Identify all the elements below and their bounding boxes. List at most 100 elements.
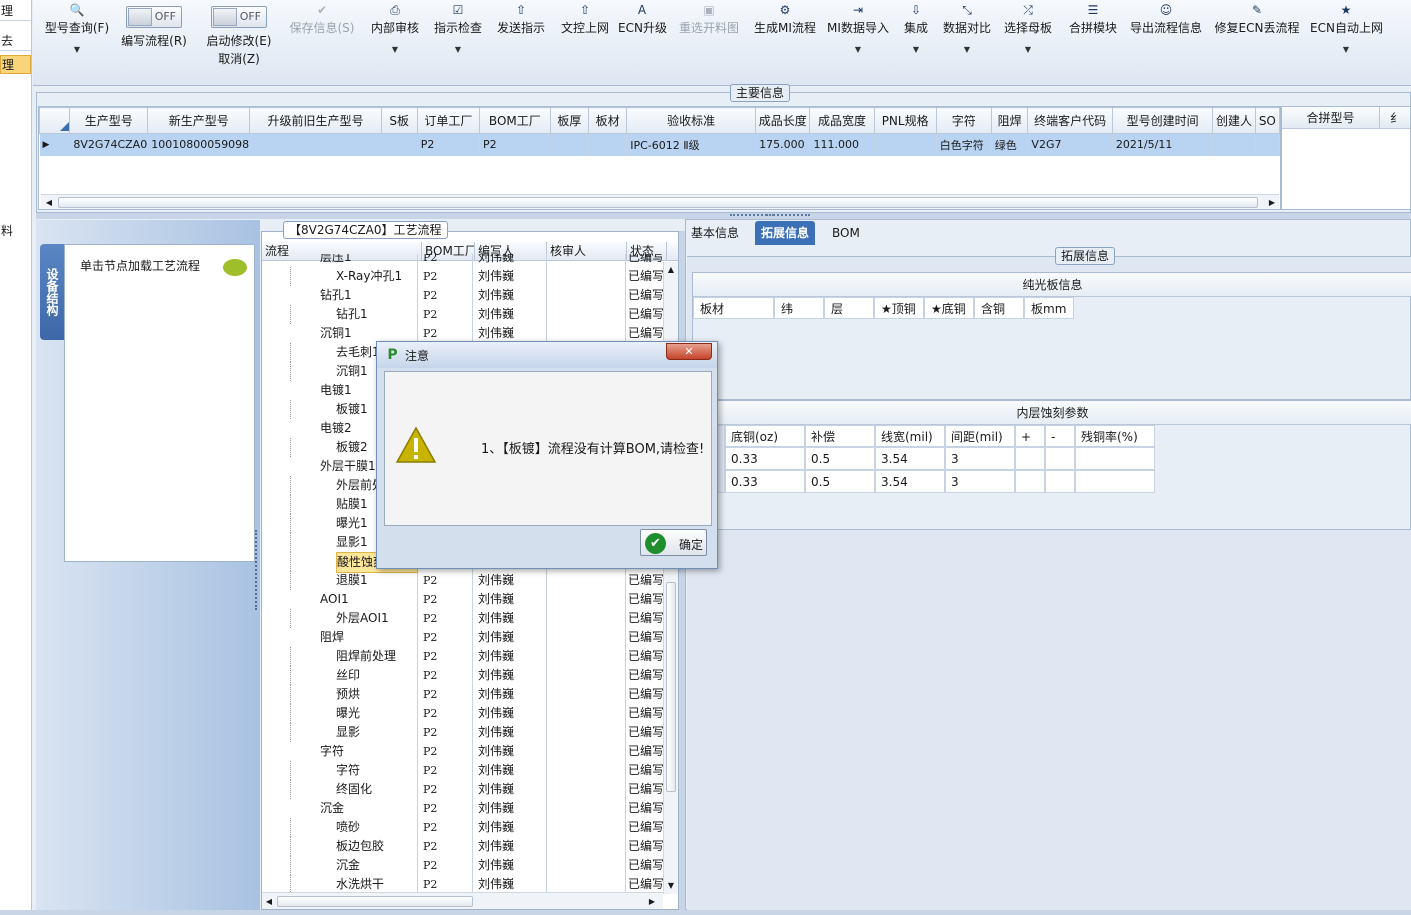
toolbar-button[interactable]: ☑ 指示检查 ▼ xyxy=(431,0,485,70)
merge-col-header[interactable]: 合拼型号 xyxy=(1282,107,1380,129)
flow-step-node[interactable]: 终固化 P2 刘伟巍 已编写 xyxy=(262,780,667,799)
scroll-left-icon[interactable]: ◀ xyxy=(44,197,54,208)
flow-group-node[interactable]: −AOI1P2刘伟巍已编写 xyxy=(262,590,667,609)
plain-board-col-header[interactable]: 含铜 xyxy=(974,297,1024,319)
inner-etch-cell[interactable] xyxy=(1075,470,1155,493)
left-nav-item[interactable]: 去 xyxy=(0,32,31,51)
inner-etch-cell[interactable] xyxy=(1015,447,1045,470)
grid-cell[interactable] xyxy=(1255,133,1280,156)
plain-board-col-header[interactable]: 板材 xyxy=(693,297,774,319)
toolbar-button[interactable]: ✎ 修复ECN丢流程 xyxy=(1214,0,1300,70)
flow-step-node[interactable]: 曝光 P2 刘伟巍 已编写 xyxy=(262,704,667,723)
toggle-switch[interactable]: OFF xyxy=(126,6,182,28)
dialog-close-button[interactable]: ✕ xyxy=(666,343,712,360)
dropdown-arrow-icon[interactable]: ▼ xyxy=(40,44,114,56)
plain-board-col-header[interactable]: 层 xyxy=(824,297,874,319)
flow-step-node[interactable]: 字符 P2 刘伟巍 已编写 xyxy=(262,761,667,780)
toolbar-button[interactable]: ⇩ 集成 ▼ xyxy=(900,0,932,70)
flow-step-node[interactable]: 预烘 P2 刘伟巍 已编写 xyxy=(262,685,667,704)
grid-cell[interactable]: 绿色 xyxy=(991,133,1029,156)
dropdown-arrow-icon[interactable]: ▼ xyxy=(368,44,422,56)
flow-hscroll-thumb[interactable] xyxy=(277,896,473,907)
inner-etch-cell[interactable]: 3 xyxy=(945,470,1015,493)
inner-etch-cell[interactable]: 0.5 xyxy=(805,447,875,470)
toolbar-button[interactable]: OFF 启动修改(E) 取消(Z) xyxy=(202,0,276,70)
flow-step-node[interactable]: 钻孔1 P2 刘伟巍 已编写 xyxy=(262,305,667,324)
plain-board-col-header[interactable]: ★顶铜 xyxy=(874,297,924,319)
dropdown-arrow-icon[interactable]: ▼ xyxy=(940,44,994,56)
inner-etch-cell[interactable]: 3.54 xyxy=(875,447,945,470)
grid-cell[interactable]: V2G7 xyxy=(1027,133,1113,156)
toolbar-button[interactable]: 🔍 型号查询(F) ▼ xyxy=(40,0,114,70)
toolbar-button[interactable]: ⎙ 内部审核 ▼ xyxy=(368,0,422,70)
flow-step-node[interactable]: 沉金 P2 刘伟巍 已编写 xyxy=(262,856,667,875)
flow-step-node[interactable]: X-Ray冲孔1 P2 刘伟巍 已编写 xyxy=(262,267,667,286)
flow-step-node[interactable]: 板边包胶 P2 刘伟巍 已编写 xyxy=(262,837,667,856)
tab-basic-info[interactable]: 基本信息 xyxy=(685,221,745,245)
toolbar-button[interactable]: ⇧ 发送指示 xyxy=(494,0,548,70)
scroll-up-icon[interactable]: ▲ xyxy=(666,264,676,274)
scroll-right-icon[interactable]: ▶ xyxy=(647,896,657,906)
grid-col-header[interactable]: 成品长度 xyxy=(755,107,811,134)
tab-ext-info[interactable]: 拓展信息 xyxy=(755,221,816,245)
toolbar-button[interactable]: ☺ 导出流程信息 xyxy=(1128,0,1204,70)
grid-col-header[interactable]: PNL规格 xyxy=(873,107,937,134)
grid-col-header[interactable]: 订单工厂 xyxy=(416,107,481,134)
toolbar-button[interactable]: ▣ 重选开料图 xyxy=(676,0,742,70)
device-tree[interactable]: 单击节点加载工艺流程 xyxy=(64,244,255,562)
dropdown-arrow-icon[interactable]: ▼ xyxy=(431,44,485,56)
grid-col-header[interactable]: 型号创建时间 xyxy=(1111,107,1214,134)
grid-col-header[interactable]: 升级前旧生产型号 xyxy=(249,107,382,134)
toolbar-button[interactable]: ⤮ 选择母板 ▼ xyxy=(1002,0,1054,70)
flow-hscroll[interactable]: ◀ ▶ xyxy=(262,892,663,909)
left-nav-item[interactable]: 理 xyxy=(0,2,31,21)
left-nav-item-selected[interactable]: 理 xyxy=(0,55,31,74)
toolbar-button[interactable]: ★ ECN自动上网 ▼ xyxy=(1310,0,1383,70)
flow-step-node[interactable]: 阻焊前处理 P2 刘伟巍 已编写 xyxy=(262,647,667,666)
toolbar-button[interactable]: ⇧ 文控上网 xyxy=(558,0,612,70)
grid-col-header[interactable]: BOM工厂 xyxy=(479,107,551,134)
toolbar-button[interactable]: ⚙ 生成MI流程 xyxy=(750,0,820,70)
grid-col-header[interactable]: 字符 xyxy=(935,107,992,134)
grid-col-header[interactable]: 成品宽度 xyxy=(809,107,875,134)
grid-cell[interactable]: 8V2G74CZA0 xyxy=(69,133,149,156)
grid-cell[interactable]: 111.000 xyxy=(809,133,875,156)
row-indicator[interactable]: ▶ xyxy=(39,133,71,156)
main-grid-hscroll-thumb[interactable] xyxy=(58,197,1258,208)
grid-col-header[interactable]: S板 xyxy=(380,107,418,134)
inner-etch-cell[interactable] xyxy=(1045,470,1075,493)
grid-col-header[interactable]: 生产型号 xyxy=(69,107,149,134)
scroll-left-icon[interactable]: ◀ xyxy=(264,896,274,906)
flow-step-node[interactable]: 显影 P2 刘伟巍 已编写 xyxy=(262,723,667,742)
grid-cell[interactable]: 10010800059098 xyxy=(147,133,251,156)
dropdown-arrow-icon[interactable]: ▼ xyxy=(1002,44,1054,56)
inner-etch-col-header[interactable]: 残铜率(%) xyxy=(1075,425,1155,447)
grid-col-header[interactable]: 终端客户代码 xyxy=(1027,107,1113,134)
toolbar-button[interactable]: ☰ 合拼模块 xyxy=(1066,0,1120,70)
scroll-down-icon[interactable]: ▼ xyxy=(666,880,676,890)
grid-cell[interactable] xyxy=(1212,133,1256,156)
inner-etch-cell[interactable] xyxy=(1075,447,1155,470)
grid-cell[interactable] xyxy=(588,133,628,156)
inner-etch-col-header[interactable]: - xyxy=(1045,425,1075,447)
tab-device-structure[interactable]: 设备结构 xyxy=(40,244,64,340)
grid-cell[interactable]: 白色字符 xyxy=(936,133,992,156)
inner-etch-cell[interactable]: 3 xyxy=(945,447,1015,470)
grid-col-header[interactable]: 创建人 xyxy=(1212,107,1256,134)
flow-step-node[interactable]: 退膜1 P2 刘伟巍 已编写 xyxy=(262,571,667,590)
inner-etch-cell[interactable]: 0.33 xyxy=(725,470,805,493)
merge-col-header[interactable]: 纟 xyxy=(1380,107,1410,129)
flow-step-node[interactable]: 丝印 P2 刘伟巍 已编写 xyxy=(262,666,667,685)
dropdown-arrow-icon[interactable]: ▼ xyxy=(824,44,892,56)
flow-group-node[interactable]: −层压1P2刘伟巍已编写 xyxy=(262,254,667,267)
toolbar-button[interactable]: OFF 编写流程(R) xyxy=(118,0,190,70)
tab-bom[interactable]: BOM xyxy=(826,221,866,245)
flow-group-node[interactable]: −钻孔1P2刘伟巍已编写 xyxy=(262,286,667,305)
grid-cell[interactable]: P2 xyxy=(417,133,481,156)
dialog-titlebar[interactable]: P 注意 ✕ xyxy=(377,342,717,368)
toolbar-button[interactable]: ⤡ 数据对比 ▼ xyxy=(940,0,994,70)
inner-etch-cell[interactable]: 0.33 xyxy=(725,447,805,470)
flow-step-node[interactable]: 喷砂 P2 刘伟巍 已编写 xyxy=(262,818,667,837)
inner-etch-col-header[interactable]: 底铜(oz) xyxy=(725,425,805,447)
inner-etch-col-header[interactable]: 间距(mil) xyxy=(945,425,1015,447)
